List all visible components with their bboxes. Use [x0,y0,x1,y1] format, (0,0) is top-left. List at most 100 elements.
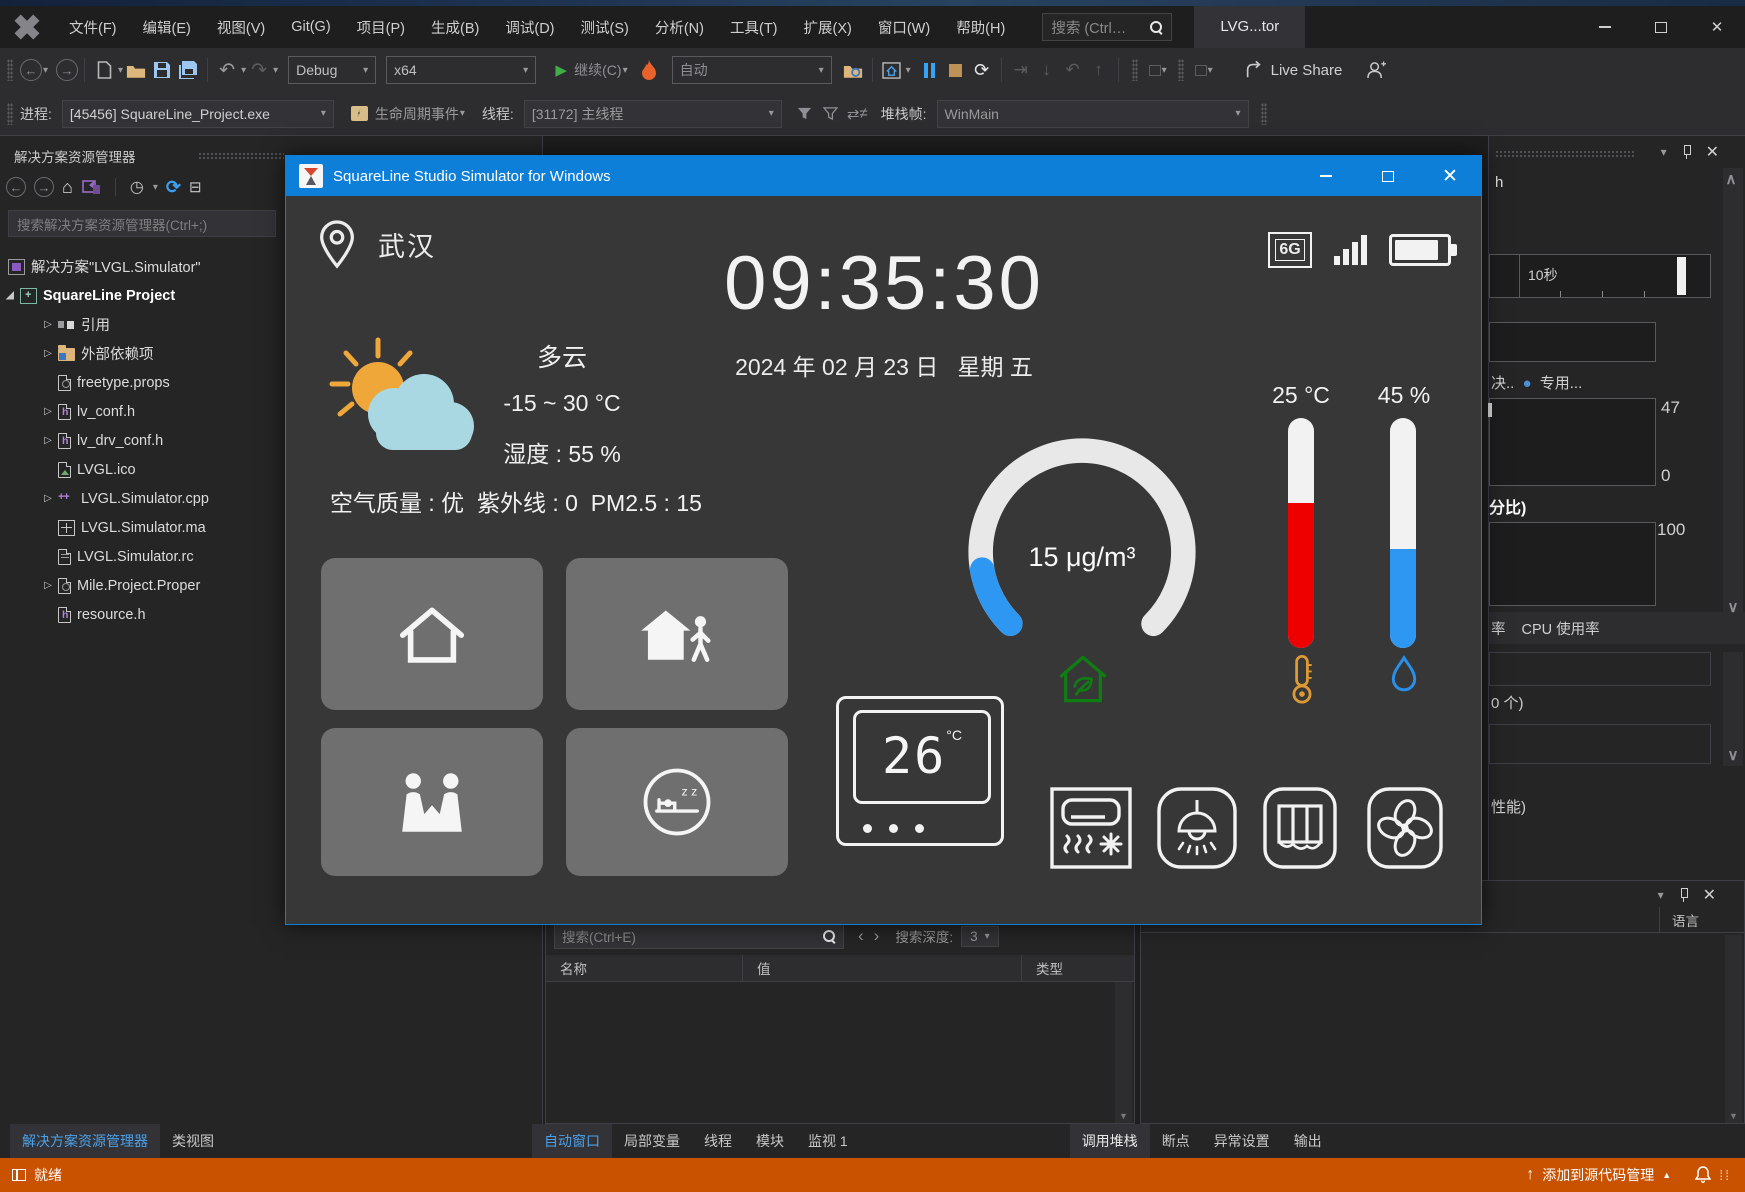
close-icon[interactable]: ✕ [1703,885,1716,905]
continue-label[interactable]: 继续(C) [574,60,621,80]
step-out-button[interactable]: ↑ [1086,55,1112,85]
filter-threads-button[interactable] [792,99,818,129]
menu-view[interactable]: 视图(V) [204,11,278,44]
tab-class-view[interactable]: 类视图 [160,1124,226,1158]
tab-breakpoints[interactable]: 断点 [1150,1124,1202,1158]
simulator-minimize-button[interactable] [1295,156,1357,196]
send-feedback-button[interactable] [1363,55,1389,85]
navigate-back-button[interactable]: ← [20,59,42,81]
toolbar-grip[interactable] [7,59,13,81]
se-sync-with-editor-button[interactable] [81,179,101,196]
collapsed-arrow-icon[interactable]: ▷ [40,319,56,330]
autos-scrollbar[interactable]: ▼ [1115,982,1132,1123]
scroll-down-chevron[interactable]: ∨ [1724,598,1742,616]
temperature-slider[interactable] [1288,418,1314,648]
scroll-down-icon[interactable]: ▼ [1729,1111,1738,1121]
save-all-button[interactable] [175,55,201,85]
windows-dropdown[interactable]: ▾ [906,65,911,76]
simulator-close-button[interactable]: ✕ [1419,156,1481,196]
se-search-input[interactable]: 搜索解决方案资源管理器(Ctrl+;) [8,210,276,237]
tab-modules[interactable]: 模块 [744,1124,796,1158]
column-value[interactable]: 值 [743,958,1021,978]
autos-prev-button[interactable]: ‹ [858,926,864,946]
timeline-slider-handle[interactable] [1677,257,1686,295]
pause-button[interactable] [917,55,943,85]
tab-locals[interactable]: 局部变量 [612,1124,692,1158]
suspend-threads-button[interactable]: ⇄≠ [844,99,871,129]
redo-dropdown[interactable]: ▾ [273,65,278,76]
autos-search-input[interactable]: 搜索(Ctrl+E) [554,923,844,949]
column-name[interactable]: 名称 [546,958,742,978]
scene-home-button[interactable] [321,558,543,710]
stackframe-combo[interactable]: WinMain ▾ [937,100,1249,128]
pin-icon[interactable] [1681,145,1692,159]
se-pending-changes-button[interactable]: ◷ [130,177,144,197]
toolbar-grip-2[interactable] [1132,59,1138,81]
solution-config-combo[interactable]: Debug ▾ [288,56,376,84]
window-position-dropdown[interactable]: ▾ [1658,888,1664,902]
restart-button[interactable]: ⟳ [969,55,995,85]
simulator-maximize-button[interactable] [1357,156,1419,196]
scroll-down-icon[interactable]: ▼ [1119,1111,1128,1121]
callstack-scrollbar[interactable]: ▼ [1725,935,1742,1123]
toolbar-grip-3[interactable] [1178,59,1184,81]
menu-project[interactable]: 项目(P) [344,11,418,44]
collapsed-arrow-icon[interactable]: ▷ [40,348,56,359]
step-into-button[interactable]: ↓ [1034,55,1060,85]
back-dropdown[interactable]: ▾ [43,65,48,76]
collapsed-arrow-icon[interactable]: ▷ [40,493,56,504]
diag-tab-fragment[interactable]: 率 [1491,618,1506,639]
menu-help[interactable]: 帮助(H) [943,11,1018,44]
se-home-button[interactable]: ⌂ [62,177,73,198]
diag-cpu-tab[interactable]: CPU 使用率 [1522,618,1600,639]
collapsed-arrow-icon[interactable]: ▷ [40,580,56,591]
open-folder-button[interactable] [123,55,149,85]
add-to-source-control-button[interactable]: 添加到源代码管理 [1542,1165,1654,1185]
lifecycle-events-button[interactable]: 生命周期事件 ▾ [348,99,468,129]
panel-drag-dots[interactable] [198,152,284,160]
se-refresh-button[interactable]: ⟳ [166,177,181,198]
new-file-button[interactable] [91,55,117,85]
panel-drag-dots[interactable] [1495,150,1635,157]
close-button[interactable]: ✕ [1689,6,1745,48]
tab-autos[interactable]: 自动窗口 [532,1124,612,1158]
tab-threads[interactable]: 线程 [692,1124,744,1158]
tab-output[interactable]: 输出 [1282,1124,1334,1158]
debug-target-combo[interactable]: 自动 ▾ [672,56,832,84]
blinds-button[interactable] [1262,786,1338,870]
window-position-dropdown[interactable]: ▾ [1661,145,1667,159]
hot-reload-button[interactable] [636,55,662,85]
menu-test[interactable]: 测试(S) [568,11,642,44]
fan-button[interactable] [1366,786,1444,870]
language-column[interactable]: 语言 [1672,910,1699,930]
pin-icon[interactable] [1678,888,1689,902]
diag-timeline-box[interactable]: 10秒 [1489,254,1711,298]
extra-tool-button-1[interactable]: ▾ [1145,55,1171,85]
collapsed-arrow-icon[interactable]: ▷ [40,406,56,417]
tab-callstack[interactable]: 调用堆栈 [1070,1124,1150,1158]
expanded-arrow-icon[interactable]: ◢ [2,290,18,301]
menu-debug[interactable]: 调试(D) [492,11,567,44]
se-back-button[interactable]: ← [6,177,26,197]
lamp-button[interactable] [1156,786,1238,870]
show-all-windows-button[interactable] [879,55,905,85]
continue-dropdown[interactable]: ▾ [623,65,628,76]
menu-edit[interactable]: 编辑(E) [130,11,204,44]
scroll-down-chevron[interactable]: ∨ [1724,746,1742,764]
step-over-button[interactable]: ↶ [1060,55,1086,85]
humidity-slider[interactable] [1390,418,1416,648]
tab-watch1[interactable]: 监视 1 [796,1124,860,1158]
filter-flag-button[interactable] [818,99,844,129]
ac-button[interactable] [1049,786,1133,870]
debug-toolbar-grip-2[interactable] [1261,103,1267,125]
se-pending-caret[interactable]: ▾ [153,182,158,193]
process-combo[interactable]: [45456] SquareLine_Project.exe ▾ [62,100,334,128]
extra-tool-button-2[interactable]: ▾ [1191,55,1217,85]
show-next-statement-button[interactable]: ⇥ [1008,55,1034,85]
scene-away-button[interactable] [566,558,788,710]
redo-button[interactable]: ↷ [246,55,272,85]
quick-search-input[interactable]: 搜索 (Ctrl… [1042,13,1172,41]
tab-exception-settings[interactable]: 异常设置 [1202,1124,1282,1158]
close-icon[interactable]: ✕ [1706,142,1719,162]
menu-tools[interactable]: 工具(T) [717,11,791,44]
